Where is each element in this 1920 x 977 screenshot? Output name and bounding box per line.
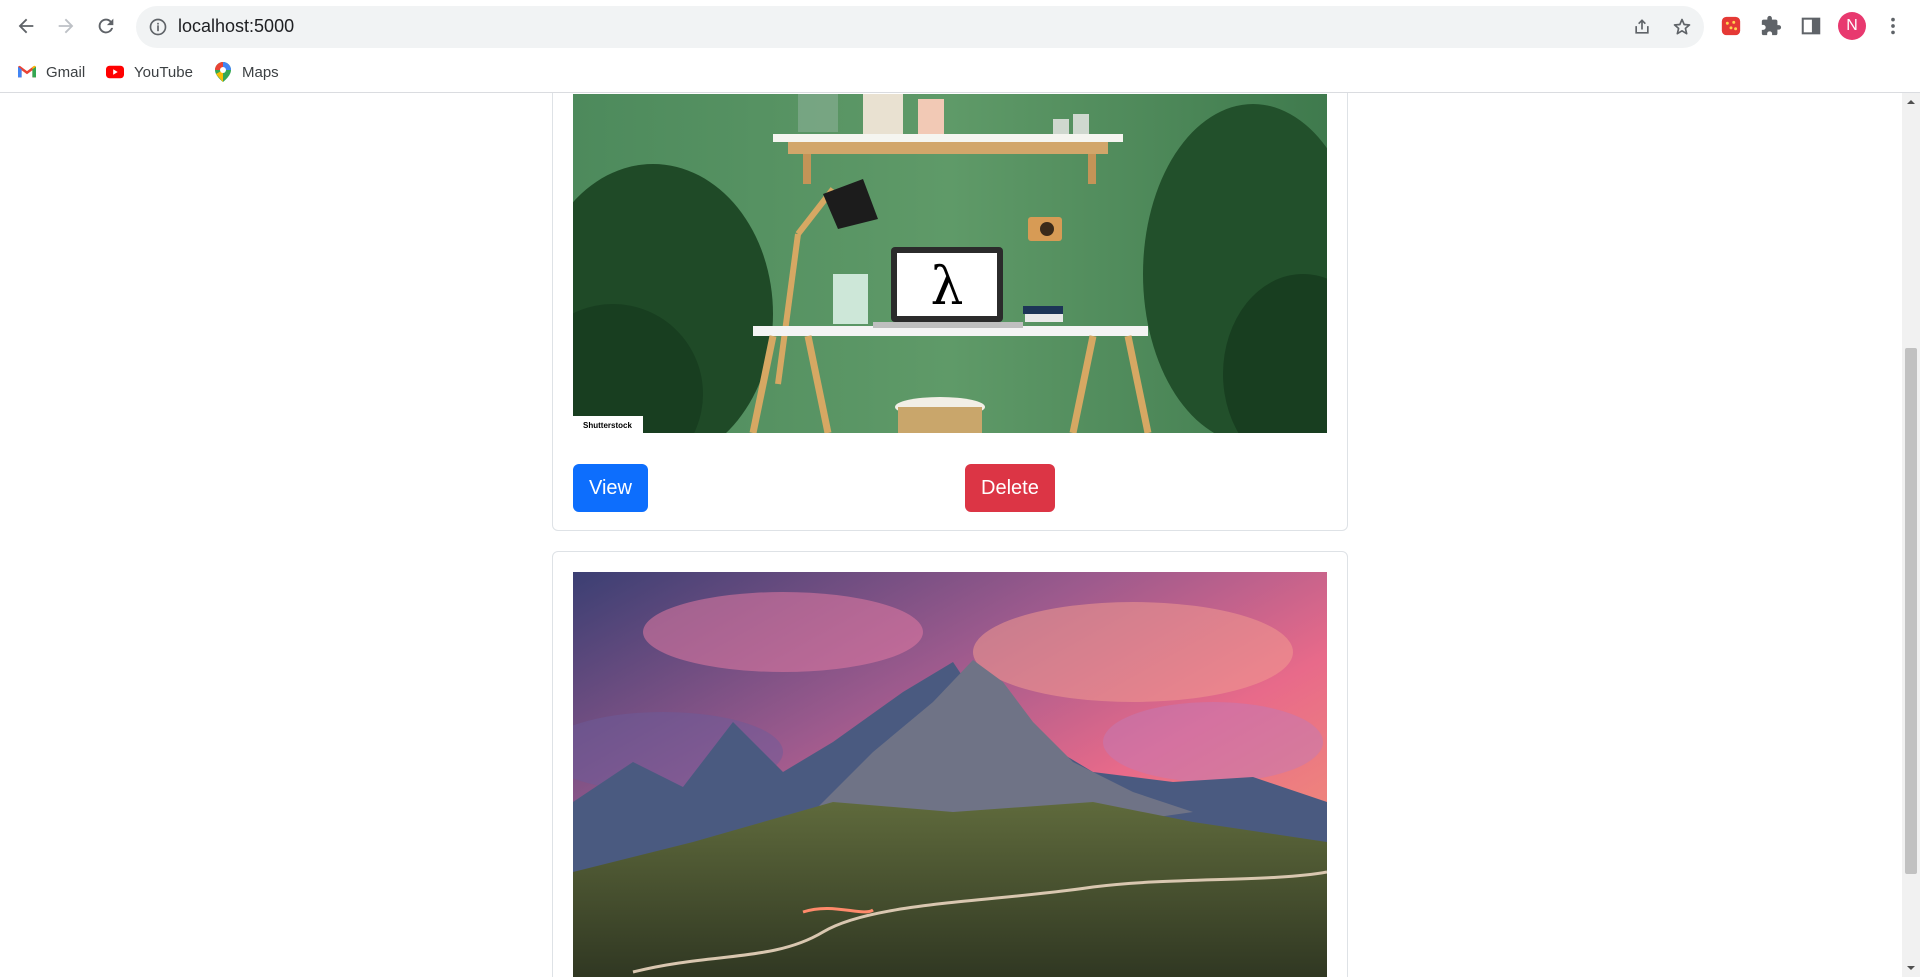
back-button[interactable] (8, 8, 44, 44)
bookmark-gmail[interactable]: Gmail (18, 58, 85, 86)
image-card: λ Shutterstock View Delete (552, 93, 1348, 531)
bookmark-label: Maps (242, 63, 279, 81)
forward-button[interactable] (48, 8, 84, 44)
shutterstock-watermark: Shutterstock (583, 421, 632, 430)
view-button[interactable]: View (573, 464, 648, 512)
share-icon[interactable] (1632, 17, 1652, 37)
browser-menu-button[interactable] (1880, 13, 1906, 39)
arrow-left-icon (18, 18, 34, 34)
reload-button[interactable] (88, 8, 124, 44)
address-bar[interactable]: localhost:5000 (136, 6, 1704, 48)
mountain-sunset-image (573, 572, 1327, 977)
bookmark-label: Gmail (46, 63, 86, 81)
extensions-button[interactable] (1758, 13, 1784, 39)
laptop-screen-glyph: λ (931, 257, 964, 317)
delete-button[interactable]: Delete (965, 464, 1055, 512)
bookmark-maps[interactable]: Maps (214, 58, 279, 86)
side-panel-icon (1801, 17, 1821, 35)
youtube-icon (106, 63, 124, 81)
arrow-right-icon (58, 18, 74, 34)
image-card (552, 551, 1348, 977)
puzzle-icon (1761, 15, 1782, 36)
kebab-menu-icon (1891, 17, 1895, 35)
profile-avatar[interactable]: N (1838, 12, 1866, 40)
bookmarks-bar: Gmail YouTube Maps (0, 54, 1920, 90)
address-url: localhost:5000 (178, 16, 295, 36)
tomato-extension-icon (1721, 16, 1741, 36)
office-desk-image: λ Shutterstock (573, 94, 1327, 433)
browser-toolbar: localhost:5000 N (0, 0, 1920, 52)
vertical-scrollbar[interactable] (1902, 93, 1920, 977)
bookmark-youtube[interactable]: YouTube (106, 58, 193, 86)
page-viewport: λ Shutterstock View Delete (0, 93, 1902, 977)
gmail-icon (18, 63, 36, 81)
reload-icon (98, 18, 114, 34)
extension-icon[interactable] (1718, 13, 1744, 39)
scroll-down-arrow-icon[interactable] (1906, 963, 1916, 973)
scrollbar-thumb[interactable] (1905, 348, 1917, 874)
scroll-up-arrow-icon[interactable] (1906, 97, 1916, 107)
info-icon[interactable] (148, 17, 168, 37)
star-icon[interactable] (1672, 17, 1692, 37)
browser-chrome: localhost:5000 N Gmail YouTube Maps (0, 0, 1920, 93)
bookmark-label: YouTube (134, 63, 193, 81)
side-panel-button[interactable] (1798, 13, 1824, 39)
maps-icon (214, 62, 232, 82)
